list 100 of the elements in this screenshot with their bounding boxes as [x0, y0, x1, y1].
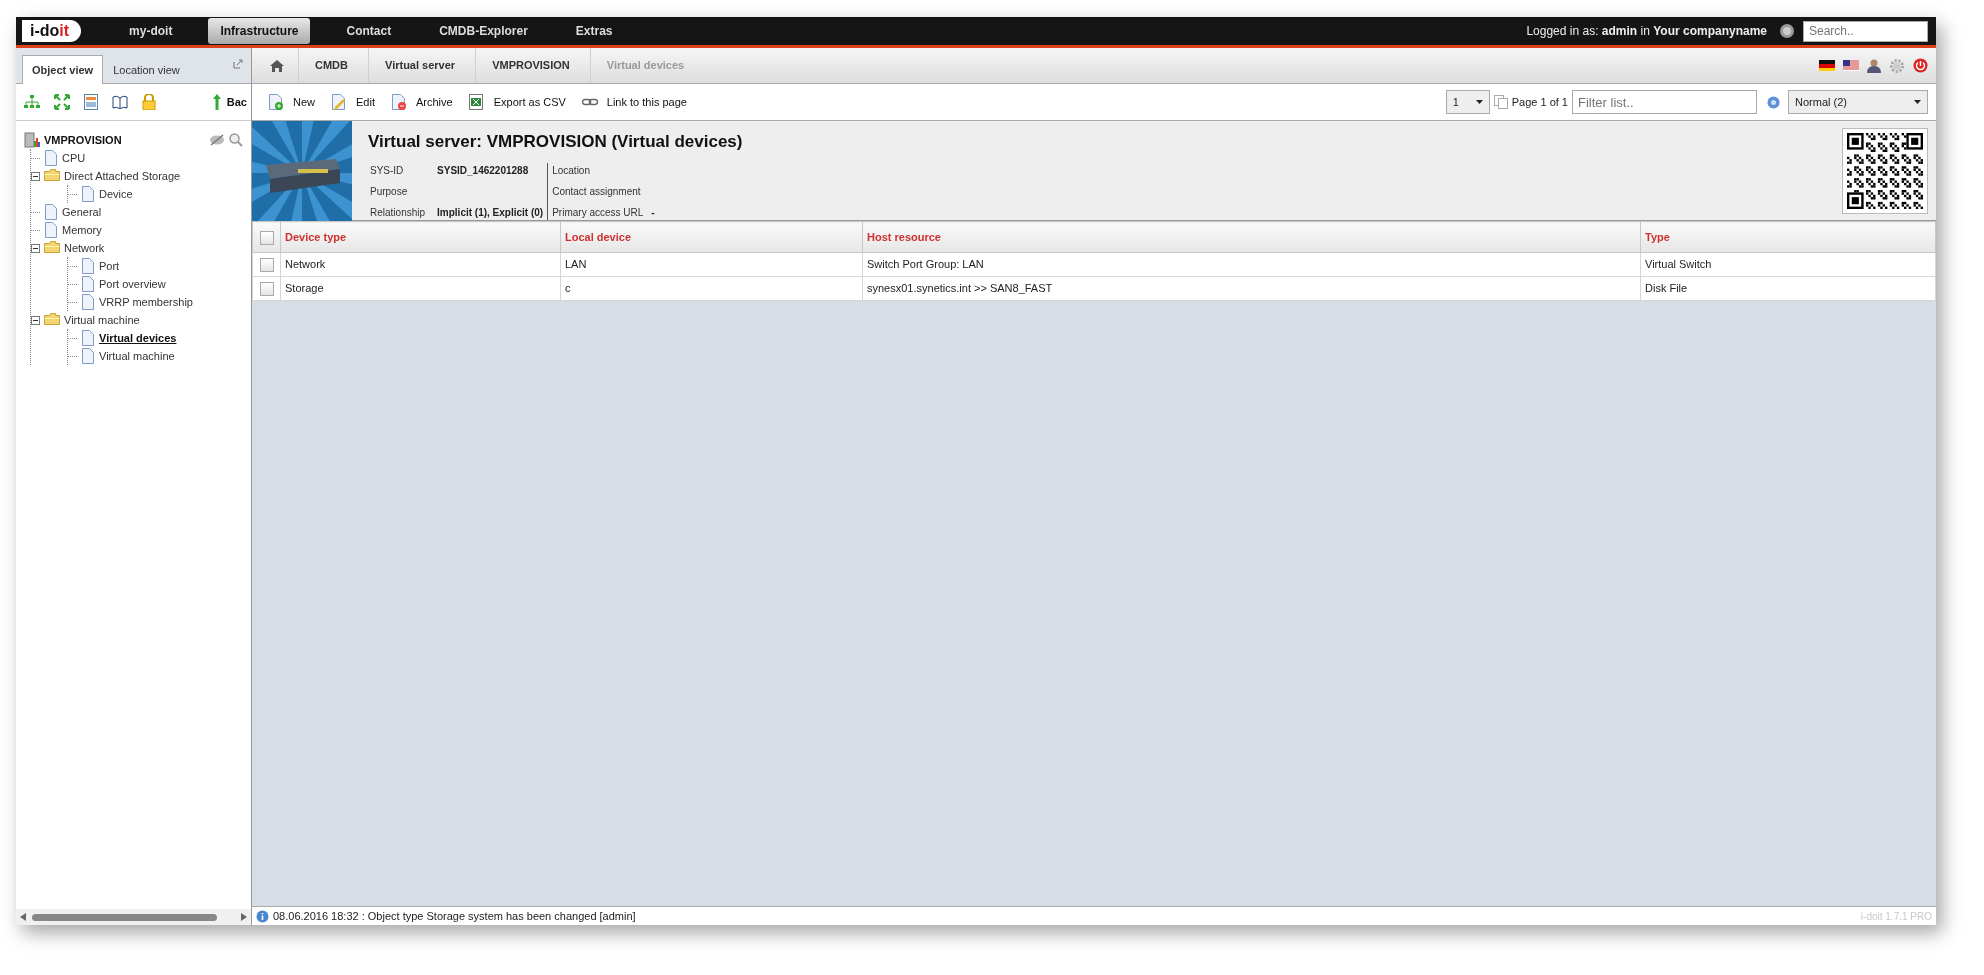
page-icon — [81, 294, 95, 310]
tree-item[interactable]: Memory — [62, 221, 102, 239]
page-info: Page 1 of 1 — [1511, 94, 1568, 110]
tree-item[interactable]: Device — [99, 185, 133, 203]
column-header[interactable]: Local device — [560, 221, 863, 253]
spreadsheet-icon — [468, 94, 485, 110]
tree-item[interactable]: Virtual machine — [99, 347, 175, 365]
search-icon[interactable] — [229, 133, 243, 147]
dropdown-caret-icon — [1475, 100, 1483, 104]
german-flag-icon[interactable] — [1819, 60, 1835, 71]
field-value: Implicit (1), Explicit (0) — [437, 205, 544, 220]
scroll-right-icon[interactable] — [241, 913, 247, 921]
breadcrumb-link[interactable]: CMDB — [299, 48, 369, 83]
expand-arrows-icon[interactable] — [54, 94, 70, 110]
logo[interactable]: i-doit — [22, 20, 82, 42]
table-cell: Virtual Switch — [1640, 252, 1936, 277]
tree-item[interactable]: Port — [99, 257, 120, 275]
column-header[interactable]: Type — [1640, 221, 1936, 253]
page-icon — [81, 186, 95, 202]
home-icon[interactable] — [270, 59, 284, 72]
chain-link-icon — [581, 96, 598, 108]
table-cell: LAN — [560, 252, 863, 277]
popout-icon[interactable] — [233, 59, 243, 69]
qr-code-icon — [1847, 132, 1923, 209]
table-cell: Storage — [280, 276, 561, 301]
page-icon — [81, 330, 95, 346]
table-cell: Disk File — [1640, 276, 1936, 301]
scroll-left-icon[interactable] — [20, 913, 26, 921]
toolbar-button[interactable]: Export as CSV — [460, 93, 574, 111]
nav-tab[interactable]: Extras — [563, 18, 625, 44]
back-button[interactable]: Bac — [204, 93, 251, 111]
server-icon — [24, 132, 40, 148]
table-cell: Network — [280, 252, 561, 277]
page-select[interactable]: 1 — [1445, 90, 1490, 114]
tree-item[interactable]: VRRP membership — [99, 293, 193, 311]
field-label: Primary access URL — [552, 205, 644, 220]
field-label: Relationship — [370, 205, 426, 220]
toolbar-button[interactable]: Link to this page — [573, 93, 695, 111]
select-all-checkbox[interactable] — [259, 230, 274, 245]
collapse-icon[interactable] — [31, 243, 40, 253]
pages-icon — [1493, 95, 1508, 109]
column-header[interactable]: Host resource — [862, 221, 1641, 253]
up-arrow-icon — [212, 94, 221, 110]
tree-item[interactable]: Port overview — [99, 275, 166, 293]
page-icon — [81, 258, 95, 274]
pencil-page-icon — [331, 94, 347, 110]
row-checkbox[interactable] — [259, 258, 274, 273]
column-header[interactable]: Device type — [280, 221, 561, 253]
object-name: VMPROVISION — [44, 132, 122, 148]
toolbar-button[interactable]: New — [260, 93, 323, 111]
toolbar-button[interactable]: Edit — [323, 93, 383, 111]
status-message: 08.06.2016 18:32 : Object type Storage system has been changed [admin] — [273, 908, 636, 924]
filter-field[interactable]: Filter list.. — [1572, 90, 1757, 114]
sidebar-tab[interactable]: Location view — [103, 54, 190, 84]
search-field[interactable]: Search.. — [1803, 20, 1928, 42]
tree-item[interactable]: General — [62, 203, 102, 221]
hide-icon[interactable] — [209, 134, 225, 146]
table-cell: c — [560, 276, 863, 301]
collapse-icon[interactable] — [31, 315, 40, 325]
tree-item[interactable]: Direct Attached Storage — [64, 167, 181, 185]
breadcrumb-link[interactable]: VMPROVISION — [476, 48, 591, 83]
field-label: Purpose — [370, 184, 409, 199]
table-cell: Switch Port Group: LAN — [862, 252, 1641, 277]
tree-item[interactable]: Virtual machine — [64, 311, 140, 329]
tree-item[interactable]: Network — [64, 239, 105, 257]
nav-tab[interactable]: CMDB-Explorer — [427, 18, 540, 44]
calendar-icon[interactable] — [84, 94, 98, 110]
folder-icon — [44, 312, 60, 328]
view-select[interactable]: Normal (2) — [1788, 90, 1928, 114]
book-icon[interactable] — [112, 95, 128, 109]
table-cell: synesx01.synetics.int >> SAN8_FAST — [862, 276, 1641, 301]
field-value: - — [651, 205, 655, 220]
new-page-icon — [268, 94, 284, 110]
archive-page-icon — [391, 94, 407, 110]
toolbar-button[interactable]: Archive — [383, 93, 461, 111]
padlock-icon[interactable] — [142, 94, 156, 110]
scrollbar-thumb[interactable] — [32, 913, 217, 921]
field-label: SYS-ID — [370, 163, 405, 178]
nav-tab[interactable]: Infrastructure — [208, 18, 311, 44]
sidebar-tab[interactable]: Object view — [22, 54, 104, 84]
tree-item[interactable]: Virtual devices — [99, 329, 177, 347]
page-icon — [44, 222, 58, 238]
folder-icon — [44, 240, 60, 256]
field-value: SYSID_1462201288 — [437, 163, 530, 178]
nav-tab[interactable]: my-doit — [117, 18, 185, 44]
power-icon[interactable] — [1913, 58, 1928, 73]
page-icon — [44, 204, 58, 220]
folder-icon — [44, 168, 60, 184]
collapse-icon[interactable] — [31, 171, 40, 181]
page-icon — [81, 276, 95, 292]
nav-tab[interactable]: Contact — [334, 18, 404, 44]
us-flag-icon[interactable] — [1843, 60, 1859, 71]
row-checkbox[interactable] — [259, 282, 274, 297]
breadcrumb-link[interactable]: Virtual server — [369, 48, 477, 83]
user-icon[interactable] — [1867, 58, 1881, 73]
object-title: Virtual server: VMPROVISION (Virtual devices) — [368, 131, 743, 153]
login-status: Logged in as: admin in Your companyname — [1526, 23, 1767, 40]
field-label: Contact assignment — [552, 184, 642, 199]
hierarchy-icon[interactable] — [24, 95, 40, 109]
tree-item[interactable]: CPU — [62, 149, 86, 167]
